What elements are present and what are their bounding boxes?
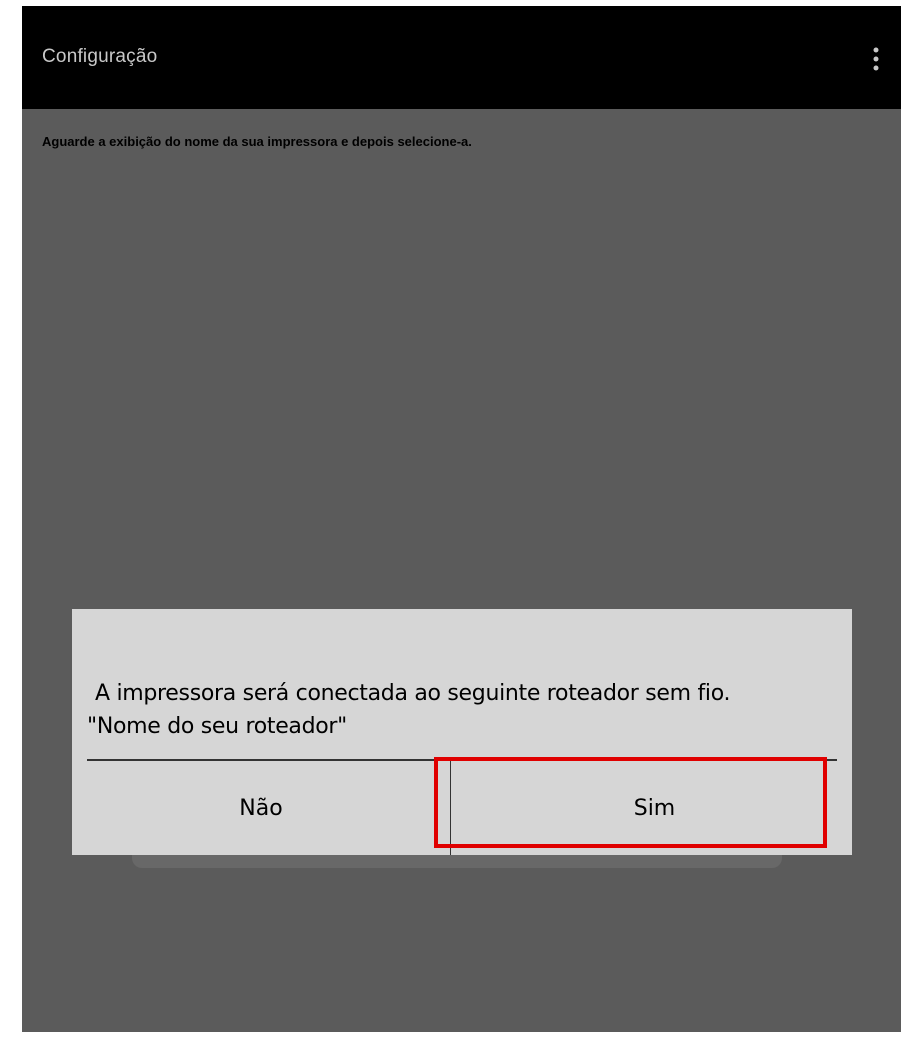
confirm-dialog: A impressora será conectada ao seguinte … bbox=[72, 609, 852, 855]
action-bar-title: Configuração bbox=[42, 46, 158, 67]
button-divider bbox=[450, 761, 451, 855]
action-bar: Configuração bbox=[22, 6, 901, 109]
router-name: "Nome do seu roteador" bbox=[87, 714, 347, 739]
app-screen: Configuração Aguarde a exibição do nome … bbox=[22, 6, 901, 1032]
dialog-message: A impressora será conectada ao seguinte … bbox=[87, 677, 835, 743]
overflow-menu-icon[interactable] bbox=[871, 46, 881, 72]
instruction-text: Aguarde a exibição do nome da sua impres… bbox=[42, 134, 472, 149]
dialog-message-line: A impressora será conectada ao seguinte … bbox=[95, 681, 731, 706]
no-button[interactable]: Não bbox=[72, 761, 450, 855]
yes-button[interactable]: Sim bbox=[457, 761, 852, 855]
